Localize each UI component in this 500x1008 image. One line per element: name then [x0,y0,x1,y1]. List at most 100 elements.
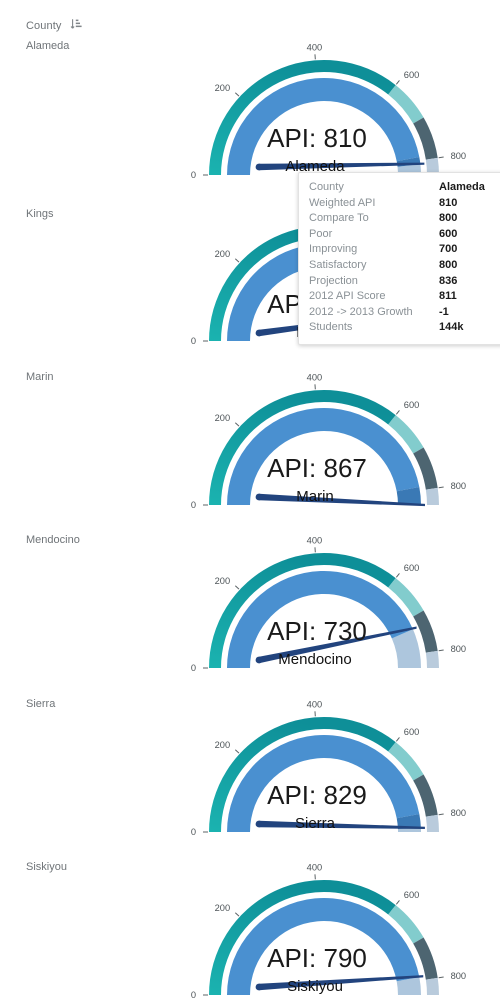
axis-tick [234,258,240,263]
row-label-county: Siskiyou [26,861,67,873]
axis-tick-label: 200 [215,413,231,423]
row-label-county: Marin [26,371,54,383]
gauge-needle-hub [255,493,263,501]
tooltip-row: Poor 600 [299,227,500,243]
tooltip-key: Satisfactory [309,258,367,271]
gauge-alameda[interactable]: 0 200 400 600 800 API: 810 Alameda [105,42,466,191]
gauge-band-above [425,650,439,668]
tooltip-value: Alameda [439,181,485,193]
tooltip-row: Weighted API 810 [299,196,500,212]
axis-tick-label: 200 [215,576,231,586]
gauge-value-label: API: 730 [267,616,367,646]
tooltip-key: Improving [309,243,358,256]
axis-tick [234,912,240,917]
tooltip-row: 2012 -> 2013 Growth -1 [299,305,500,321]
axis-tick-label: 0 [191,827,196,837]
tooltip-key: Weighted API [309,196,376,209]
tooltip-key: Students [309,321,353,334]
row-label-county: Mendocino [26,534,80,546]
gauge-needle-hub [255,329,263,337]
axis-tick [438,486,444,489]
axis-tick [395,573,400,578]
gauge-value-label: API: 810 [267,123,367,153]
tooltip: County Alameda Weighted API 810 Compare To 80… [298,172,500,345]
gauge-county-label: Sierra [295,815,336,832]
gauge-mendocino[interactable]: 0 200 400 600 800 API: 730 Mendocino [105,535,466,684]
tooltip-value: 700 [439,243,458,256]
axis-tick [234,92,240,97]
tooltip-row: County Alameda [299,180,500,196]
tooltip-key: Compare To [309,212,369,225]
gauge-county-label: Siskiyou [287,978,343,995]
axis-tick-label: 800 [451,151,467,161]
column-header-county[interactable]: County [26,17,83,35]
axis-tick [395,900,400,905]
gauge-value-label: API: 867 [267,453,367,483]
axis-tick-label: 200 [215,83,231,93]
tooltip-value: 144k [439,321,464,334]
axis-tick [234,749,240,754]
gauge-county-label: Marin [296,488,334,505]
tooltip-row: Improving 700 [299,242,500,258]
gauge-sierra[interactable]: 0 200 400 600 800 API: 829 Sierra [105,699,466,848]
axis-tick [438,649,444,652]
tooltip-key: 2012 -> 2013 Growth [309,305,413,318]
axis-tick [438,813,444,816]
gauge-marin[interactable]: 0 200 400 600 800 API: 867 Marin [105,372,466,521]
axis-tick-label: 200 [215,903,231,913]
tooltip-row: Compare To 800 [299,211,500,227]
tooltip-row: Students 144k [299,320,500,336]
tooltip-table: County Alameda Weighted API 810 Compare To 80… [299,180,500,336]
axis-tick-label: 0 [191,663,196,673]
gauge-value-label: API: 790 [267,943,367,973]
gauge-needle-hub [255,820,263,828]
tooltip-value: -1 [439,305,449,318]
column-header-label: County [26,20,62,32]
gauge-dashboard: County Alameda 0 200 400 600 800 API: 810 Alame… [0,0,500,1008]
axis-tick-label: 400 [307,535,323,545]
axis-tick [438,976,444,979]
axis-tick-label: 600 [404,727,420,737]
axis-tick-label: 600 [404,563,420,573]
gauge-value-label: API: 829 [267,780,367,810]
gauge-county-label: Mendocino [278,651,351,668]
tooltip-key: Projection [309,274,358,287]
row-label-county: Sierra [26,698,56,710]
axis-tick-label: 600 [404,890,420,900]
gauge-band-above [425,487,439,505]
axis-tick-label: 600 [404,70,420,80]
axis-tick-label: 0 [191,990,196,1000]
axis-tick-label: 800 [451,971,467,981]
axis-tick-label: 800 [451,481,467,491]
axis-tick [234,422,240,427]
axis-tick-label: 200 [215,249,231,259]
axis-tick-label: 400 [307,862,323,872]
row-label-county: Kings [26,208,54,220]
axis-tick [234,585,240,590]
gauge-band-above [425,814,439,832]
gauge-needle-hub [255,983,263,991]
tooltip-value: 800 [439,212,458,225]
sort-ascending-icon[interactable] [70,17,83,35]
axis-tick [395,737,400,742]
tooltip-key: Poor [309,227,333,240]
tooltip-row: 2012 API Score 811 [299,289,500,305]
gauge-band-above [425,977,439,995]
axis-tick-label: 600 [404,400,420,410]
axis-tick-label: 800 [451,644,467,654]
tooltip-row: Projection 836 [299,274,500,290]
axis-tick-label: 400 [307,372,323,382]
tooltip-value: 600 [439,227,458,240]
gauge-needle-hub [255,163,263,171]
axis-tick-label: 0 [191,336,196,346]
axis-tick-label: 400 [307,699,323,709]
gauge-needle-hub [255,656,263,664]
tooltip-row: Satisfactory 800 [299,258,500,274]
tooltip-key: 2012 API Score [309,290,386,303]
axis-tick [395,80,400,85]
axis-tick [438,156,444,159]
gauge-siskiyou[interactable]: 0 200 400 600 800 API: 790 Siskiyou [105,862,466,1008]
axis-tick-label: 200 [215,740,231,750]
axis-tick-label: 800 [451,808,467,818]
tooltip-value: 810 [439,196,458,209]
